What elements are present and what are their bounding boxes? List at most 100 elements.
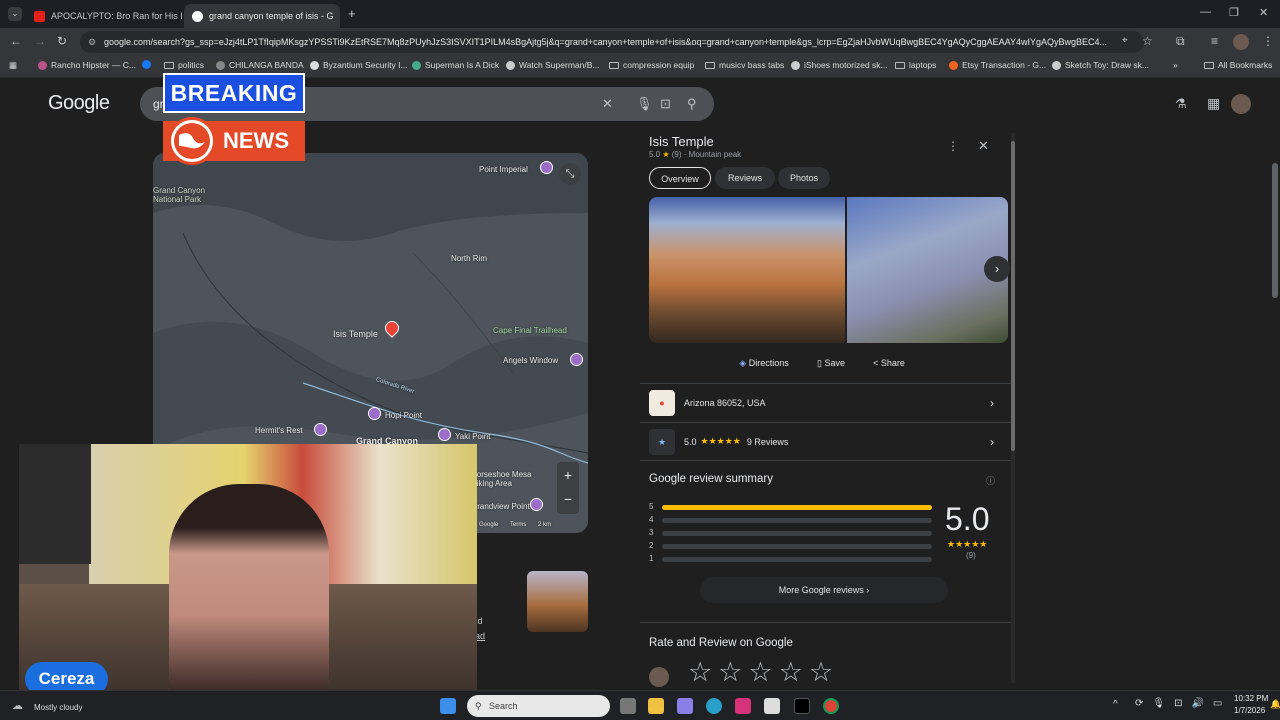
file-explorer-icon[interactable]: [648, 698, 664, 714]
edge-icon[interactable]: [706, 698, 722, 714]
lens-icon[interactable]: ⊡: [660, 87, 671, 121]
bookmark-folder[interactable]: compression equip: [609, 60, 694, 70]
account-avatar[interactable]: [1231, 94, 1251, 114]
tab-reviews[interactable]: Reviews: [715, 167, 775, 189]
all-bookmarks[interactable]: All Bookmarks: [1204, 60, 1272, 70]
map-label-yaki-point[interactable]: Yaki Point: [455, 432, 490, 441]
map-label-grandview[interactable]: Grandview Point: [471, 502, 530, 511]
taskbar-search[interactable]: ⚲ Search: [467, 695, 610, 717]
google-apps-icon[interactable]: ▦: [1207, 95, 1220, 112]
bookmark-folder[interactable]: laptops: [895, 60, 936, 70]
save-button[interactable]: ▯ Save: [806, 352, 856, 374]
map-label-isis-temple[interactable]: Isis Temple: [333, 329, 378, 339]
tab-overview[interactable]: Overview: [649, 167, 711, 189]
media-icon[interactable]: ≡: [1211, 34, 1218, 48]
share-button[interactable]: < Share: [862, 352, 916, 374]
close-tab-icon[interactable]: ✕: [334, 11, 341, 22]
amazon-icon[interactable]: [764, 698, 780, 714]
weather-icon[interactable]: ☁: [12, 699, 23, 712]
voice-search-icon[interactable]: 🎙: [636, 87, 653, 121]
page-scrollbar[interactable]: [1272, 163, 1278, 298]
bookmark-item[interactable]: Superman Is A Dick: [412, 60, 499, 70]
x-icon[interactable]: [794, 698, 810, 714]
address-row[interactable]: ● Arizona 86052, USA ›: [640, 383, 1012, 421]
map-label-angels-window[interactable]: Angels Window: [503, 356, 558, 365]
profile-avatar[interactable]: [1233, 34, 1249, 50]
copilot-icon[interactable]: [677, 698, 693, 714]
panel-scrollbar[interactable]: [1011, 133, 1015, 683]
zoom-in-button[interactable]: +: [557, 462, 579, 488]
poi-point-imperial-icon[interactable]: [540, 161, 553, 174]
reviews-row[interactable]: ★ 5.0 ★★★★★ 9 Reviews ›: [640, 422, 1012, 460]
collapse-map-icon[interactable]: ⤡: [559, 163, 581, 185]
poi-angels-window-icon[interactable]: [570, 353, 583, 366]
kp-close-icon[interactable]: ✕: [978, 138, 989, 154]
search-icon[interactable]: ⚲: [687, 87, 697, 121]
bookmarks-overflow-icon[interactable]: »: [1173, 60, 1178, 70]
address-bar[interactable]: ⚙ google.com/search?gs_ssp=eJzj4tLP1TfIq…: [80, 31, 1144, 53]
bookmark-item[interactable]: iShoes motorized sk...: [791, 60, 888, 70]
bookmark-item[interactable]: Byzantium Security I...: [310, 60, 408, 70]
back-icon[interactable]: ←: [10, 34, 22, 48]
weather-text[interactable]: Mostly cloudy: [34, 703, 82, 712]
clear-icon[interactable]: ✕: [602, 87, 613, 121]
panel-scrollbar-thumb[interactable]: [1011, 141, 1015, 451]
rating-stars-input[interactable]: ☆☆☆☆☆: [688, 657, 839, 688]
forward-icon[interactable]: →: [34, 34, 46, 48]
location-icon[interactable]: ⌖: [1122, 35, 1128, 46]
map-label-hermits-rest[interactable]: Hermit's Rest: [255, 426, 303, 435]
tray-icons[interactable]: ⟳🎙⊡🔊▭: [1135, 698, 1231, 709]
map-label-point-imperial[interactable]: Point Imperial: [479, 165, 528, 174]
site-info-icon[interactable]: ⚙: [88, 31, 96, 53]
extensions-icon[interactable]: ⧉: [1176, 34, 1185, 49]
bookmark-item[interactable]: [142, 60, 155, 69]
map-label-horseshoe-mesa[interactable]: Horseshoe Mesa Hiking Area: [471, 470, 541, 488]
poi-hermits-rest-icon[interactable]: [314, 423, 327, 436]
bookmark-star-icon[interactable]: ☆: [1142, 34, 1153, 48]
poi-yaki-point-icon[interactable]: [438, 428, 451, 441]
chrome-icon[interactable]: [823, 698, 839, 714]
map-label-cape-final[interactable]: Cape Final Trailhead: [493, 326, 567, 335]
result-thumbnail[interactable]: [527, 571, 588, 632]
notification-icon[interactable]: 🔔: [1270, 699, 1280, 710]
info-icon[interactable]: ⓘ: [986, 474, 995, 487]
zoom-out-button[interactable]: −: [557, 488, 579, 514]
bookmark-folder[interactable]: politics: [164, 60, 204, 70]
tab-photos[interactable]: Photos: [778, 167, 830, 189]
new-tab-button[interactable]: +: [348, 6, 356, 21]
close-window-icon[interactable]: ✕: [1259, 6, 1268, 19]
tray-overflow-icon[interactable]: ^: [1113, 699, 1118, 710]
task-view-icon[interactable]: [620, 698, 636, 714]
kp-photo-main[interactable]: [649, 197, 845, 343]
poi-hopi-point-icon[interactable]: [368, 407, 381, 420]
kp-more-icon[interactable]: ⋮: [947, 139, 959, 153]
map-label-hopi-point[interactable]: Hopi Point: [385, 411, 422, 420]
start-icon[interactable]: [440, 698, 456, 714]
directions-button[interactable]: ◈ Directions: [729, 352, 799, 374]
bookmark-item[interactable]: Sketch Toy: Draw sk...: [1052, 60, 1149, 70]
clock-time[interactable]: 10:32 PM: [1234, 694, 1268, 703]
webcam-poster: [19, 444, 91, 564]
bookmark-folder[interactable]: musicv bass tabs: [705, 60, 784, 70]
bookmark-item[interactable]: Rancho Hipster — C...: [38, 60, 136, 70]
reload-icon[interactable]: ↻: [57, 34, 67, 48]
tab-apocalypto[interactable]: APOCALYPTO: Bro Ran for His L ✕: [26, 4, 182, 28]
poi-grandview-icon[interactable]: [530, 498, 543, 511]
tab-grand-canyon[interactable]: grand canyon temple of isis - G ✕: [184, 4, 340, 28]
map-terms-link[interactable]: Terms: [510, 522, 526, 528]
restore-icon[interactable]: ❐: [1229, 6, 1239, 19]
bookmark-item[interactable]: Watch Superman/B...: [506, 60, 599, 70]
bookmark-item[interactable]: Etsy Transaction - G...: [949, 60, 1046, 70]
photos-next-icon[interactable]: ›: [984, 256, 1010, 282]
bookmark-item[interactable]: CHILANGA BANDA: [216, 60, 304, 70]
apps-icon[interactable]: ▦: [9, 60, 17, 71]
menu-icon[interactable]: ⋮: [1262, 34, 1274, 48]
google-logo[interactable]: Google: [48, 92, 110, 115]
labs-icon[interactable]: ⚗: [1175, 96, 1187, 112]
more-reviews-button[interactable]: More Google reviews ›: [700, 577, 948, 603]
minimize-icon[interactable]: —: [1200, 6, 1211, 18]
tab-search-icon[interactable]: ⌄: [8, 7, 22, 21]
clock-date[interactable]: 1/7/2026: [1234, 706, 1265, 715]
instagram-icon[interactable]: [735, 698, 751, 714]
kp-rating-line[interactable]: 5.0 ★ (9) · Mountain peak: [649, 150, 741, 159]
